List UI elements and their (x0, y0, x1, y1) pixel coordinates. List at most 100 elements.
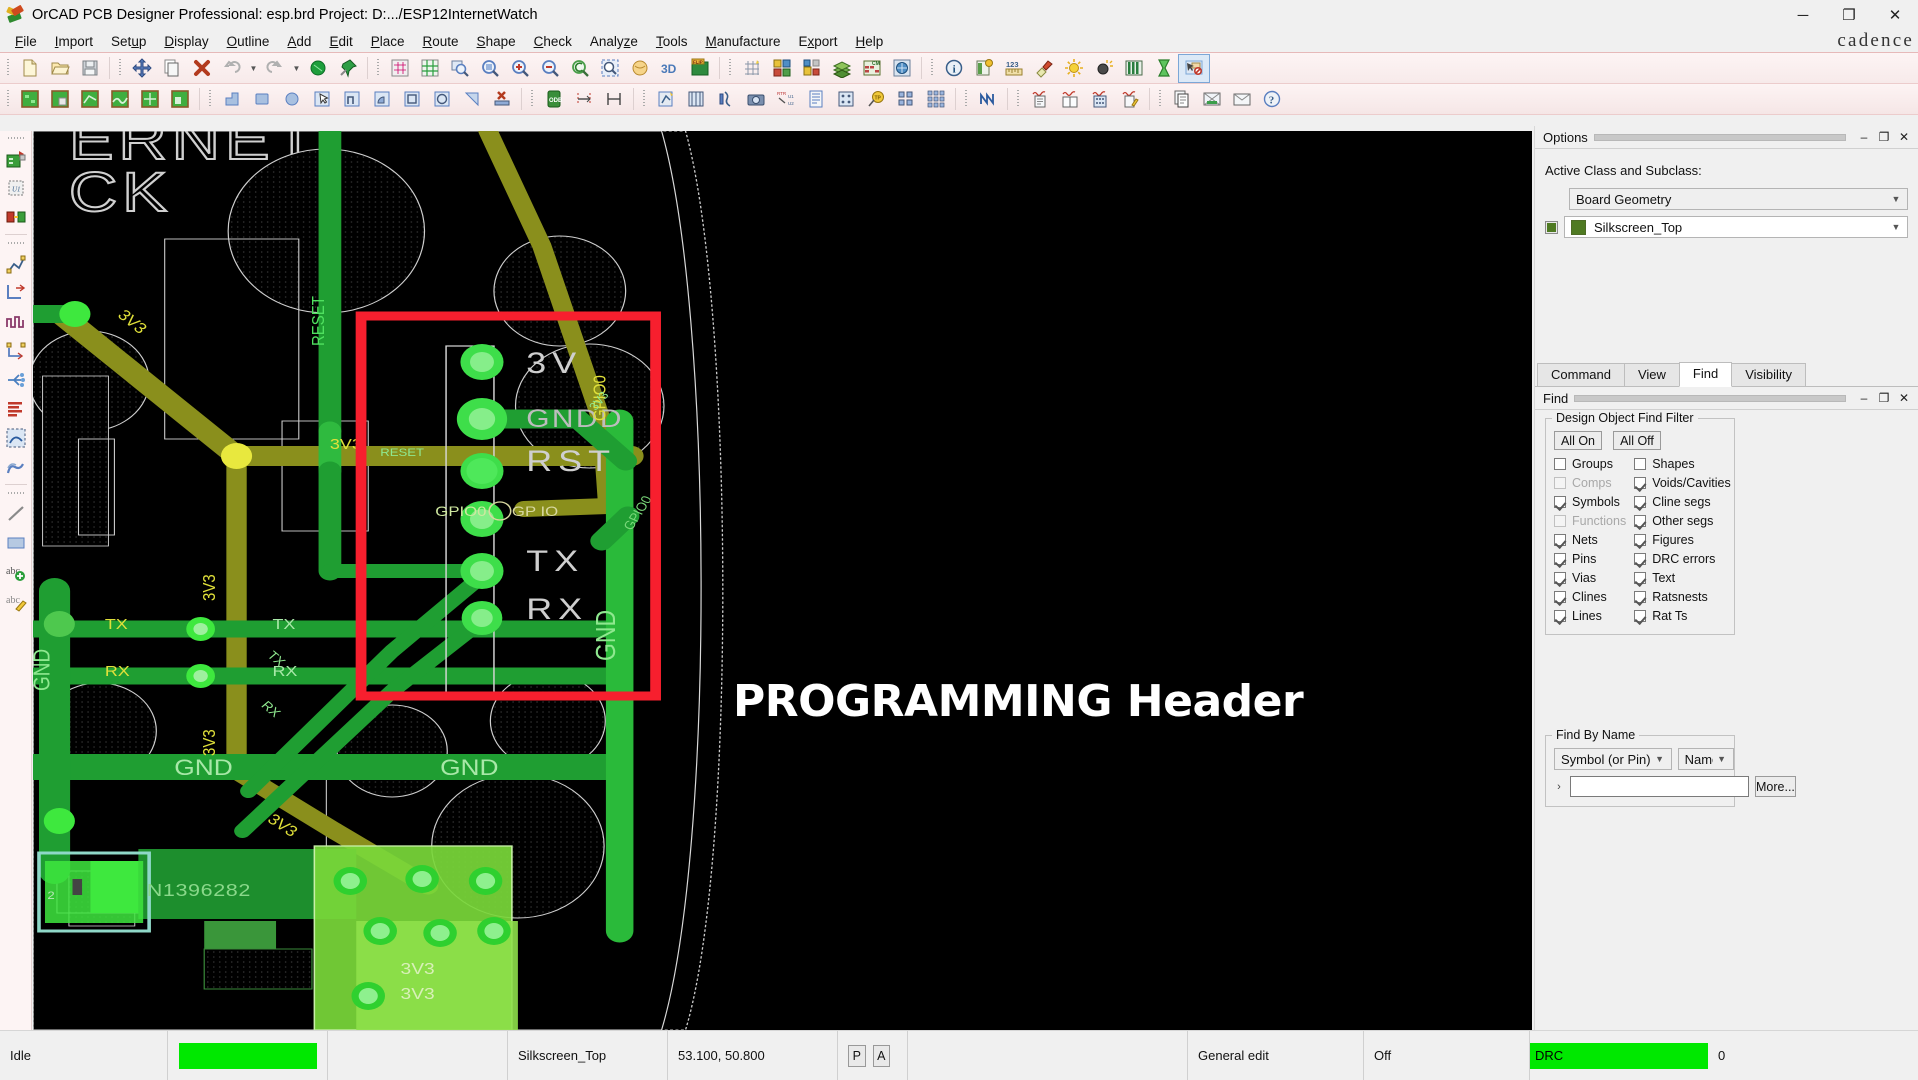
layer-bars-icon[interactable] (1119, 55, 1149, 82)
place-circle-icon[interactable] (277, 86, 307, 113)
all-off-button[interactable]: All Off (1613, 431, 1661, 450)
line-icon[interactable] (2, 499, 30, 528)
find-restore-button[interactable]: ❐ (1874, 388, 1894, 408)
highlight-paint-icon[interactable] (1029, 55, 1059, 82)
bom-report-icon[interactable] (801, 86, 831, 113)
route-area-icon[interactable] (2, 423, 30, 452)
menu-item-check[interactable]: Check (525, 32, 581, 51)
menu-item-analyze[interactable]: Analyze (581, 32, 647, 51)
toolbar-grip[interactable] (7, 135, 24, 142)
new-file-icon[interactable] (15, 55, 45, 82)
hourglass-icon[interactable] (1149, 55, 1179, 82)
route-spacing-icon[interactable] (569, 86, 599, 113)
dock-drag-bar[interactable] (1574, 394, 1846, 402)
key-p-button[interactable]: P (848, 1044, 866, 1067)
menu-item-route[interactable]: Route (414, 32, 468, 51)
color-visibility-icon[interactable] (767, 55, 797, 82)
checkbox-icon[interactable] (1554, 572, 1566, 584)
options-minimize-button[interactable]: – (1854, 127, 1874, 147)
assign-color-icon[interactable] (797, 55, 827, 82)
checkbox-icon[interactable] (1554, 458, 1566, 470)
options-restore-button[interactable]: ❐ (1874, 127, 1894, 147)
checkbox-icon[interactable] (1554, 534, 1566, 546)
checkbox-icon[interactable] (1634, 572, 1647, 584)
report-icon[interactable] (969, 55, 999, 82)
maximize-button[interactable]: ❐ (1826, 0, 1872, 30)
find-filter-pins[interactable]: Pins (1554, 550, 1626, 568)
find-more-button[interactable]: More... (1755, 776, 1796, 797)
checkbox-icon[interactable] (1634, 553, 1647, 565)
edit-text-icon[interactable]: abc (2, 586, 30, 615)
find-filter-nets[interactable]: Nets (1554, 531, 1626, 549)
select-nothing-icon[interactable] (1178, 53, 1210, 83)
checkbox-icon[interactable] (1634, 534, 1647, 546)
place-rect-icon[interactable] (247, 86, 277, 113)
undo-icon[interactable] (217, 55, 247, 82)
waveform-report-icon[interactable] (1025, 86, 1055, 113)
find-filter-shapes[interactable]: Shapes (1634, 455, 1731, 473)
add-connect-icon[interactable] (2, 249, 30, 278)
menu-item-file[interactable]: File (6, 32, 46, 51)
dock-drag-bar[interactable] (1593, 133, 1846, 141)
route-spreadsheet-icon[interactable] (2, 394, 30, 423)
zoom-selection-icon[interactable] (595, 55, 625, 82)
shape-add-circle-icon[interactable] (45, 86, 75, 113)
move-icon[interactable] (127, 55, 157, 82)
zoom-fit-icon[interactable] (475, 55, 505, 82)
rectangle-icon[interactable] (2, 528, 30, 557)
camera-icon[interactable] (741, 86, 771, 113)
help-question-icon[interactable]: ? (1257, 86, 1287, 113)
shape-edit-boundary-icon[interactable] (75, 86, 105, 113)
find-filter-ratsnests[interactable]: Ratsnests (1634, 588, 1731, 606)
zoom-in-icon[interactable] (505, 55, 535, 82)
find-match-mode-combo[interactable]: Name ▼ (1677, 748, 1734, 770)
menu-item-import[interactable]: Import (46, 32, 102, 51)
library-book-icon[interactable] (1055, 86, 1085, 113)
zoom-out-icon[interactable] (535, 55, 565, 82)
odb-export-icon[interactable]: ODB (539, 86, 569, 113)
toolbar-grip[interactable] (727, 57, 734, 79)
menu-item-display[interactable]: Display (155, 32, 217, 51)
letter-icon[interactable] (1227, 86, 1257, 113)
pin-icon[interactable] (333, 55, 363, 82)
zoom-previous-icon[interactable] (565, 55, 595, 82)
cross-section-icon[interactable] (681, 86, 711, 113)
toolbar-grip[interactable] (7, 490, 24, 497)
checkbox-icon[interactable] (1634, 458, 1647, 470)
active-class-combo[interactable]: Board Geometry ▼ (1569, 188, 1908, 210)
find-filter-figures[interactable]: Figures (1634, 531, 1731, 549)
symbol-u1-icon[interactable]: U1 (2, 173, 30, 202)
docs-icon[interactable] (1167, 86, 1197, 113)
shape-delete-island-icon[interactable] (135, 86, 165, 113)
undo-dropdown-icon[interactable]: ▼ (247, 55, 260, 82)
shape-add-rect-icon[interactable] (15, 86, 45, 113)
checkbox-icon[interactable] (1554, 610, 1566, 622)
constraint-manager-icon[interactable]: CM (857, 55, 887, 82)
pcb-canvas[interactable]: ERNET CK 2 N1396282 3V3 3V3 3V RST TX RX… (33, 131, 1532, 1030)
3d-view-icon[interactable]: 3D (655, 55, 685, 82)
place-line-icon[interactable] (457, 86, 487, 113)
color-views-icon[interactable] (415, 55, 445, 82)
net-schedule-icon[interactable] (973, 86, 1003, 113)
place-manual-icon[interactable] (217, 86, 247, 113)
checkbox-icon[interactable] (1634, 610, 1647, 622)
find-filter-text[interactable]: Text (1634, 569, 1731, 587)
cross-probe-icon[interactable] (1197, 86, 1227, 113)
place-component-icon[interactable] (2, 144, 30, 173)
grid-toggle-icon[interactable] (737, 55, 767, 82)
place-polygon-icon[interactable] (337, 86, 367, 113)
checkbox-icon[interactable] (1634, 515, 1647, 527)
tab-visibility[interactable]: Visibility (1731, 363, 1806, 386)
checkbox-icon[interactable] (1634, 496, 1647, 508)
toolbar-grip[interactable] (641, 88, 648, 110)
gloss-icon[interactable] (2, 452, 30, 481)
find-filter-symbols[interactable]: Symbols (1554, 493, 1626, 511)
tab-view[interactable]: View (1623, 363, 1680, 386)
menu-item-place[interactable]: Place (362, 32, 414, 51)
toolbar-grip[interactable] (5, 57, 12, 79)
find-filter-vias[interactable]: Vias (1554, 569, 1626, 587)
shape-change-icon[interactable] (165, 86, 195, 113)
toolbar-grip[interactable] (375, 57, 382, 79)
display-brightness-icon[interactable] (1059, 55, 1089, 82)
toolbar-grip[interactable] (207, 88, 214, 110)
